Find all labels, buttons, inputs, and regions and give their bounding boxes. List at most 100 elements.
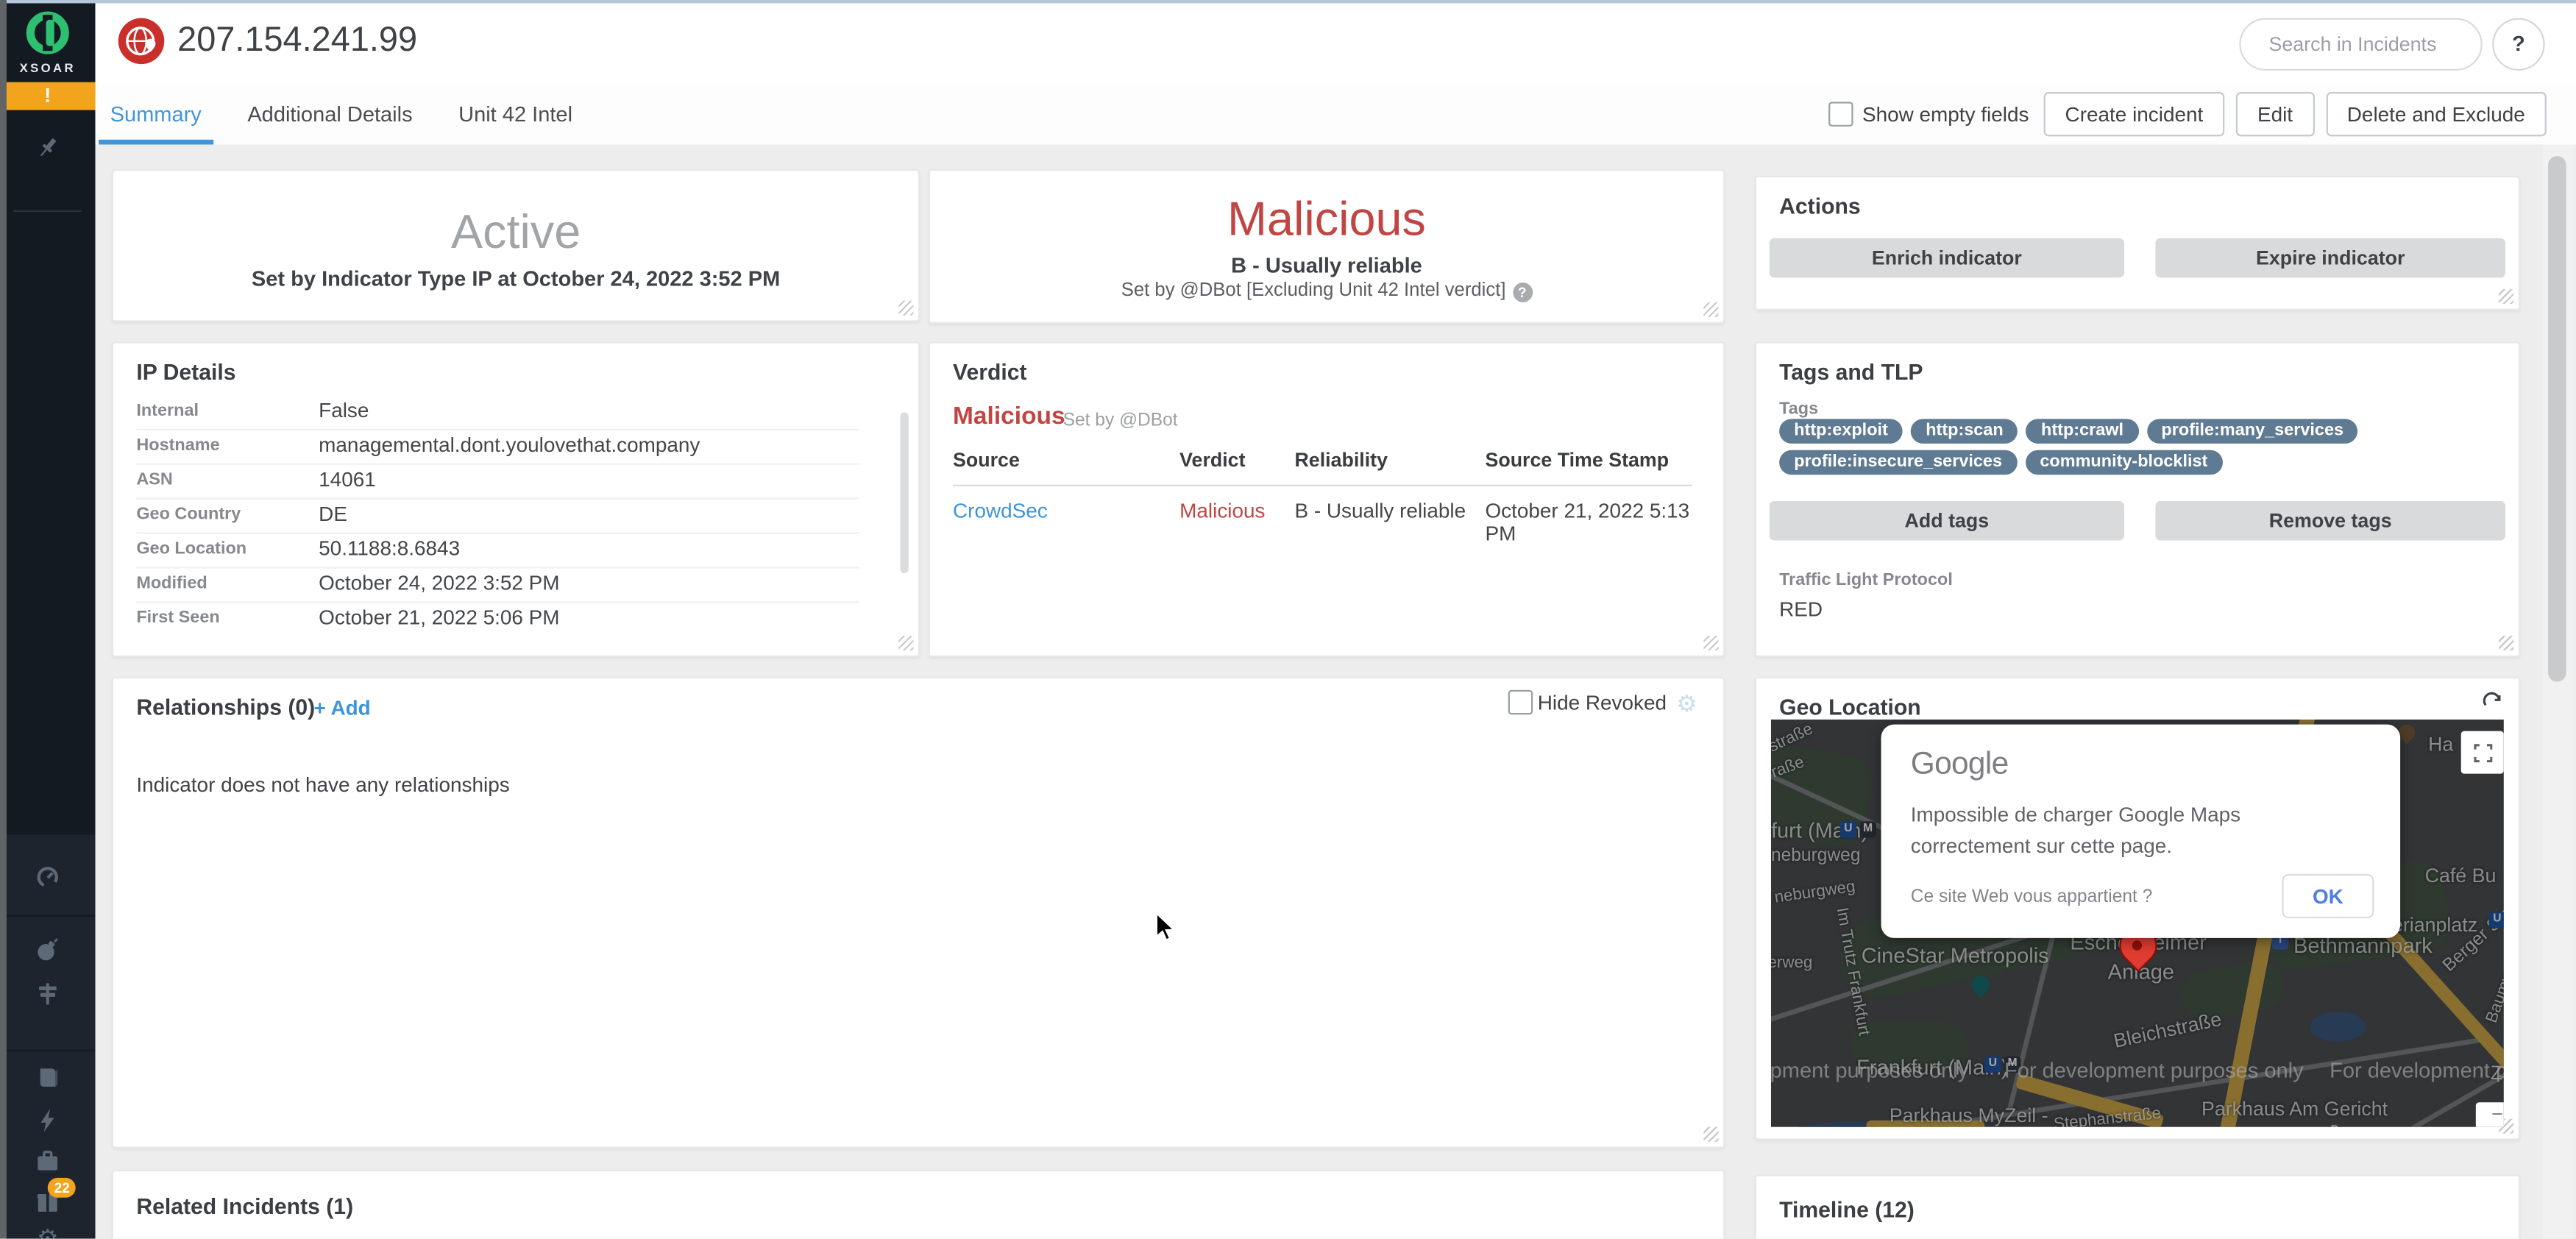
resize-handle[interactable]: [1703, 1127, 1718, 1142]
refresh-icon[interactable]: [2481, 692, 2504, 723]
xsoar-logo-icon[interactable]: [26, 12, 69, 54]
package-count-badge: 22: [48, 1178, 77, 1198]
resize-handle[interactable]: [1703, 636, 1718, 650]
ip-detail-row: ModifiedOctober 24, 2022 3:52 PM: [136, 569, 884, 603]
google-logo: Google: [1911, 748, 2371, 784]
tags-label: Tags: [1779, 400, 1818, 419]
map-fullscreen-button[interactable]: [2461, 731, 2504, 774]
tab-unit-42-intel[interactable]: Unit 42 Intel: [457, 84, 574, 145]
resize-handle[interactable]: [2499, 636, 2513, 650]
google-map[interactable]: straßeraßefurt (Main)neburgwegneburgwege…: [1771, 720, 2504, 1127]
delete-and-exclude-button[interactable]: Delete and Exclude: [2326, 92, 2547, 136]
field-label: Geo Location: [136, 539, 246, 558]
tag-pill[interactable]: community-blocklist: [2025, 450, 2222, 475]
relationships-controls: Hide Revoked ⚙: [1508, 690, 1697, 714]
verdict-row: CrowdSecMaliciousB - Usually reliableOct…: [953, 488, 1692, 545]
resize-handle[interactable]: [1703, 302, 1718, 317]
help-button[interactable]: ?: [2492, 18, 2544, 71]
package-icon[interactable]: 22: [0, 1187, 96, 1217]
add-tags-button[interactable]: Add tags: [1770, 501, 2124, 541]
book-icon[interactable]: [0, 1063, 96, 1093]
relationships-empty-message: Indicator does not have any relationship…: [136, 774, 509, 797]
card-scrollbar[interactable]: [901, 412, 909, 573]
enrich-indicator-button[interactable]: Enrich indicator: [1770, 238, 2124, 278]
tag-pill[interactable]: profile:insecure_services: [1779, 450, 2017, 475]
dialog-question-link[interactable]: Ce site Web vous appartient ?: [1911, 887, 2153, 906]
map-zoom-out-button[interactable]: −: [2476, 1102, 2504, 1126]
tag-pill[interactable]: http:crawl: [2026, 419, 2138, 443]
verdict-table-rows: CrowdSecMaliciousB - Usually reliableOct…: [953, 488, 1692, 545]
hide-revoked-checkbox[interactable]: [1508, 690, 1533, 714]
main-area: 207.154.241.99 ? SummaryAdditional Detai…: [96, 0, 2576, 1239]
add-relationship-link[interactable]: + Add: [313, 697, 370, 720]
tab-additional-details[interactable]: Additional Details: [246, 84, 414, 145]
pushpin-icon[interactable]: [0, 133, 96, 163]
tag-pill[interactable]: http:exploit: [1779, 419, 1903, 443]
briefcase-icon[interactable]: [0, 1146, 96, 1176]
column-header: Reliability: [1294, 449, 1485, 472]
hide-revoked-label: Hide Revoked: [1538, 691, 1667, 714]
header-buttons: Create incidentEdit Delete and Exclude: [2044, 92, 2547, 136]
signpost-icon[interactable]: [0, 979, 96, 1009]
ip-detail-row: Geo Location 50.1188:8.6843: [136, 534, 884, 569]
status-value: Active: [113, 207, 918, 261]
search-input[interactable]: [2265, 31, 2469, 57]
field-value: October 24, 2022 3:52 PM: [319, 572, 559, 594]
sidebar-section-dashboards: [0, 834, 96, 915]
source-link[interactable]: CrowdSec: [953, 500, 1179, 546]
verdict-card: Verdict Malicious Set by @DBot SourceVer…: [929, 341, 1725, 657]
relationships-settings-icon[interactable]: ⚙: [1676, 691, 1697, 714]
column-header: Source Time Stamp: [1485, 449, 1692, 472]
tag-pill[interactable]: profile:many_services: [2146, 419, 2358, 443]
gear-icon[interactable]: ⚙: [0, 1227, 96, 1239]
field-value: 50.1188:8.6843: [319, 537, 460, 560]
create-incident-button[interactable]: Create incident: [2044, 92, 2225, 136]
resize-handle[interactable]: [898, 636, 913, 650]
sidebar: XSOAR !: [0, 0, 96, 1239]
ok-button[interactable]: OK: [2282, 874, 2374, 918]
verdict-value: Malicious: [930, 194, 1723, 248]
tab-bar: Summary Additional Details Unit 42 Intel S…: [96, 84, 2576, 146]
verdict-setby: Set by @DBot [Excluding Unit 42 Intel ve…: [930, 281, 1723, 302]
incidents-alert-item[interactable]: !: [0, 82, 96, 110]
window-top-edge: [0, 0, 2576, 3]
actions-card: Actions Enrich indicatorExpire indicator: [1755, 176, 2520, 310]
expire-indicator-button[interactable]: Expire indicator: [2155, 238, 2505, 278]
ip-detail-row: ASN14061: [136, 465, 884, 500]
page-scrollbar[interactable]: [2543, 144, 2572, 1238]
resize-handle[interactable]: [898, 301, 913, 316]
tabs: Summary Additional Details Unit 42 Intel: [108, 84, 574, 145]
status-card: Active Set by Indicator Type IP at Octob…: [112, 169, 920, 322]
brand-label: XSOAR: [0, 61, 96, 76]
field-value: DE: [319, 503, 347, 525]
verdict-banner-card: Malicious B - Usually reliable Set by @D…: [929, 169, 1725, 324]
verdict-inline-setby: Set by @DBot: [1063, 411, 1178, 430]
tag-pill[interactable]: http:scan: [1911, 419, 2018, 443]
resize-handle[interactable]: [2499, 289, 2513, 304]
lightning-icon[interactable]: [0, 1106, 96, 1135]
show-empty-fields-checkbox[interactable]: [1828, 102, 1852, 126]
tag-list: http:exploit http:scan http:crawl profile:m…: [1779, 419, 2485, 475]
ip-detail-row: Hostnamemanagemental.dont.youlovethat.co…: [136, 430, 884, 465]
bomb-icon[interactable]: [0, 934, 96, 964]
xsoar-indicator-page: XSOAR !: [0, 0, 2576, 1239]
ip-detail-row: InternalFalse: [136, 396, 884, 430]
edit-button[interactable]: Edit: [2236, 92, 2314, 136]
mouse-cursor: [1155, 913, 1183, 949]
page-scrollbar-thumb[interactable]: [2548, 156, 2566, 681]
verdict-inline-value: Malicious: [953, 402, 1065, 430]
gauge-icon[interactable]: [0, 862, 96, 892]
field-label: First Seen: [136, 608, 219, 628]
status-subtitle: Set by Indicator Type IP at October 24, …: [113, 266, 918, 291]
field-label: ASN: [136, 470, 173, 490]
timestamp-cell: October 21, 2022 5:13 PM: [1485, 500, 1692, 546]
window-left-edge: [0, 0, 7, 1239]
help-badge-icon[interactable]: ?: [1512, 283, 1532, 302]
card-title: Timeline (12): [1779, 1198, 1915, 1222]
field-value: False: [319, 400, 369, 422]
tab-summary[interactable]: Summary: [108, 84, 203, 145]
field-value: October 21, 2022 5:06 PM: [319, 606, 559, 629]
tlp-value: RED: [1779, 598, 1823, 621]
verdict-table-header: SourceVerdictReliabilitySource Time Stam…: [953, 449, 1692, 486]
remove-tags-button[interactable]: Remove tags: [2155, 501, 2505, 541]
